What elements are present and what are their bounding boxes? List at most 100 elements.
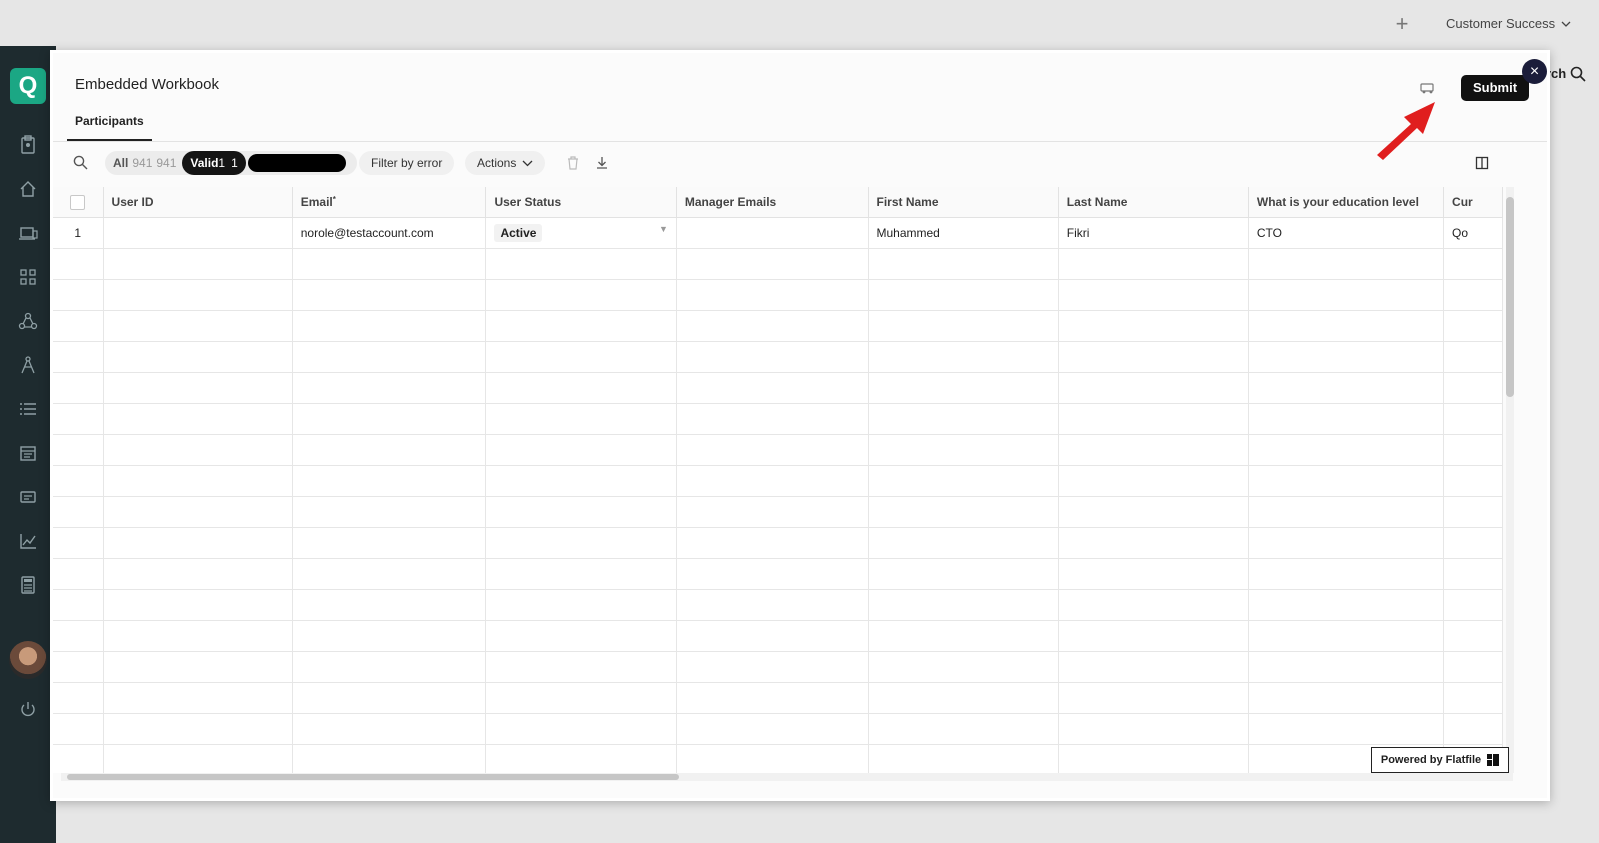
empty-cell[interactable]: [53, 310, 104, 342]
empty-cell[interactable]: [1248, 682, 1445, 714]
empty-cell[interactable]: [868, 558, 1059, 590]
close-modal-button[interactable]: ×: [1522, 59, 1547, 84]
truck-icon[interactable]: [1420, 81, 1436, 95]
card-icon[interactable]: [17, 486, 39, 508]
empty-cell[interactable]: [103, 558, 293, 590]
cell-user-id[interactable]: [103, 217, 293, 249]
redacted-filter-pill[interactable]: [247, 154, 346, 172]
app-logo[interactable]: Q: [10, 68, 46, 104]
empty-cell[interactable]: [103, 434, 293, 466]
empty-cell[interactable]: [292, 744, 487, 773]
account-dropdown[interactable]: Customer Success: [1446, 16, 1572, 31]
column-header[interactable]: Cur: [1443, 187, 1503, 218]
empty-cell[interactable]: [53, 341, 104, 373]
empty-cell[interactable]: [868, 341, 1059, 373]
empty-cell[interactable]: [1058, 713, 1249, 745]
empty-cell[interactable]: [1058, 465, 1249, 497]
empty-cell[interactable]: [53, 372, 104, 404]
empty-cell[interactable]: [1248, 589, 1445, 621]
empty-cell[interactable]: [485, 372, 677, 404]
empty-cell[interactable]: [1443, 620, 1503, 652]
empty-cell[interactable]: [485, 403, 677, 435]
cell-education[interactable]: CTO: [1248, 217, 1445, 249]
empty-cell[interactable]: [103, 651, 293, 683]
empty-cell[interactable]: [53, 434, 104, 466]
empty-cell[interactable]: [103, 341, 293, 373]
empty-cell[interactable]: [1058, 434, 1249, 466]
empty-cell[interactable]: [485, 434, 677, 466]
empty-cell[interactable]: [53, 558, 104, 590]
empty-cell[interactable]: [485, 279, 677, 311]
empty-cell[interactable]: [53, 496, 104, 528]
empty-cell[interactable]: [676, 620, 869, 652]
empty-cell[interactable]: [292, 372, 487, 404]
empty-cell[interactable]: [485, 465, 677, 497]
empty-cell[interactable]: [1058, 248, 1249, 280]
empty-cell[interactable]: [103, 465, 293, 497]
column-header[interactable]: First Name: [868, 187, 1059, 218]
empty-cell[interactable]: [676, 248, 869, 280]
empty-cell[interactable]: [292, 434, 487, 466]
empty-cell[interactable]: [292, 465, 487, 497]
empty-cell[interactable]: [292, 341, 487, 373]
empty-cell[interactable]: [292, 496, 487, 528]
download-icon[interactable]: [595, 155, 609, 170]
empty-cell[interactable]: [1248, 310, 1445, 342]
select-all-checkbox[interactable]: [70, 194, 86, 210]
empty-cell[interactable]: [53, 465, 104, 497]
empty-cell[interactable]: [485, 558, 677, 590]
empty-cell[interactable]: [1443, 682, 1503, 714]
empty-cell[interactable]: [1058, 527, 1249, 559]
empty-cell[interactable]: [868, 310, 1059, 342]
empty-cell[interactable]: [103, 713, 293, 745]
columns-icon[interactable]: [1475, 156, 1489, 170]
empty-cell[interactable]: [868, 589, 1059, 621]
empty-cell[interactable]: [676, 403, 869, 435]
empty-cell[interactable]: [1443, 465, 1503, 497]
empty-cell[interactable]: [1058, 341, 1249, 373]
empty-cell[interactable]: [292, 248, 487, 280]
dropdown-caret-icon[interactable]: ▼: [659, 224, 668, 234]
search-icon[interactable]: [1570, 66, 1586, 82]
empty-cell[interactable]: [103, 310, 293, 342]
horizontal-scrollbar[interactable]: [61, 773, 1513, 781]
empty-cell[interactable]: [292, 713, 487, 745]
empty-cell[interactable]: [676, 589, 869, 621]
filter-valid[interactable]: Valid1 1: [182, 151, 246, 175]
cell-last-name[interactable]: Fikri: [1058, 217, 1249, 249]
network-icon[interactable]: [17, 310, 39, 332]
clipboard-icon[interactable]: [17, 134, 39, 156]
empty-cell[interactable]: [292, 589, 487, 621]
empty-cell[interactable]: [1443, 248, 1503, 280]
empty-cell[interactable]: [868, 713, 1059, 745]
empty-cell[interactable]: [53, 527, 104, 559]
empty-cell[interactable]: [1443, 372, 1503, 404]
empty-cell[interactable]: [485, 310, 677, 342]
empty-cell[interactable]: [676, 341, 869, 373]
empty-cell[interactable]: [1248, 558, 1445, 590]
column-header[interactable]: Email*: [292, 187, 487, 218]
empty-cell[interactable]: [103, 589, 293, 621]
empty-cell[interactable]: [292, 279, 487, 311]
empty-cell[interactable]: [868, 682, 1059, 714]
submit-button[interactable]: Submit: [1461, 75, 1529, 101]
empty-cell[interactable]: [103, 620, 293, 652]
empty-cell[interactable]: [292, 651, 487, 683]
empty-cell[interactable]: [1058, 651, 1249, 683]
empty-cell[interactable]: [1443, 496, 1503, 528]
empty-cell[interactable]: [1443, 310, 1503, 342]
calculator-icon[interactable]: [17, 574, 39, 596]
tab-participants[interactable]: Participants: [67, 113, 152, 141]
empty-cell[interactable]: [1248, 496, 1445, 528]
vertical-scroll-thumb[interactable]: [1506, 197, 1514, 397]
avatar[interactable]: [9, 641, 47, 679]
empty-cell[interactable]: [1443, 651, 1503, 683]
empty-cell[interactable]: [1443, 713, 1503, 745]
trash-icon[interactable]: [566, 155, 580, 170]
empty-cell[interactable]: [1443, 279, 1503, 311]
empty-cell[interactable]: [292, 620, 487, 652]
empty-cell[interactable]: [292, 682, 487, 714]
empty-cell[interactable]: [103, 527, 293, 559]
empty-cell[interactable]: [676, 713, 869, 745]
empty-cell[interactable]: [1058, 279, 1249, 311]
